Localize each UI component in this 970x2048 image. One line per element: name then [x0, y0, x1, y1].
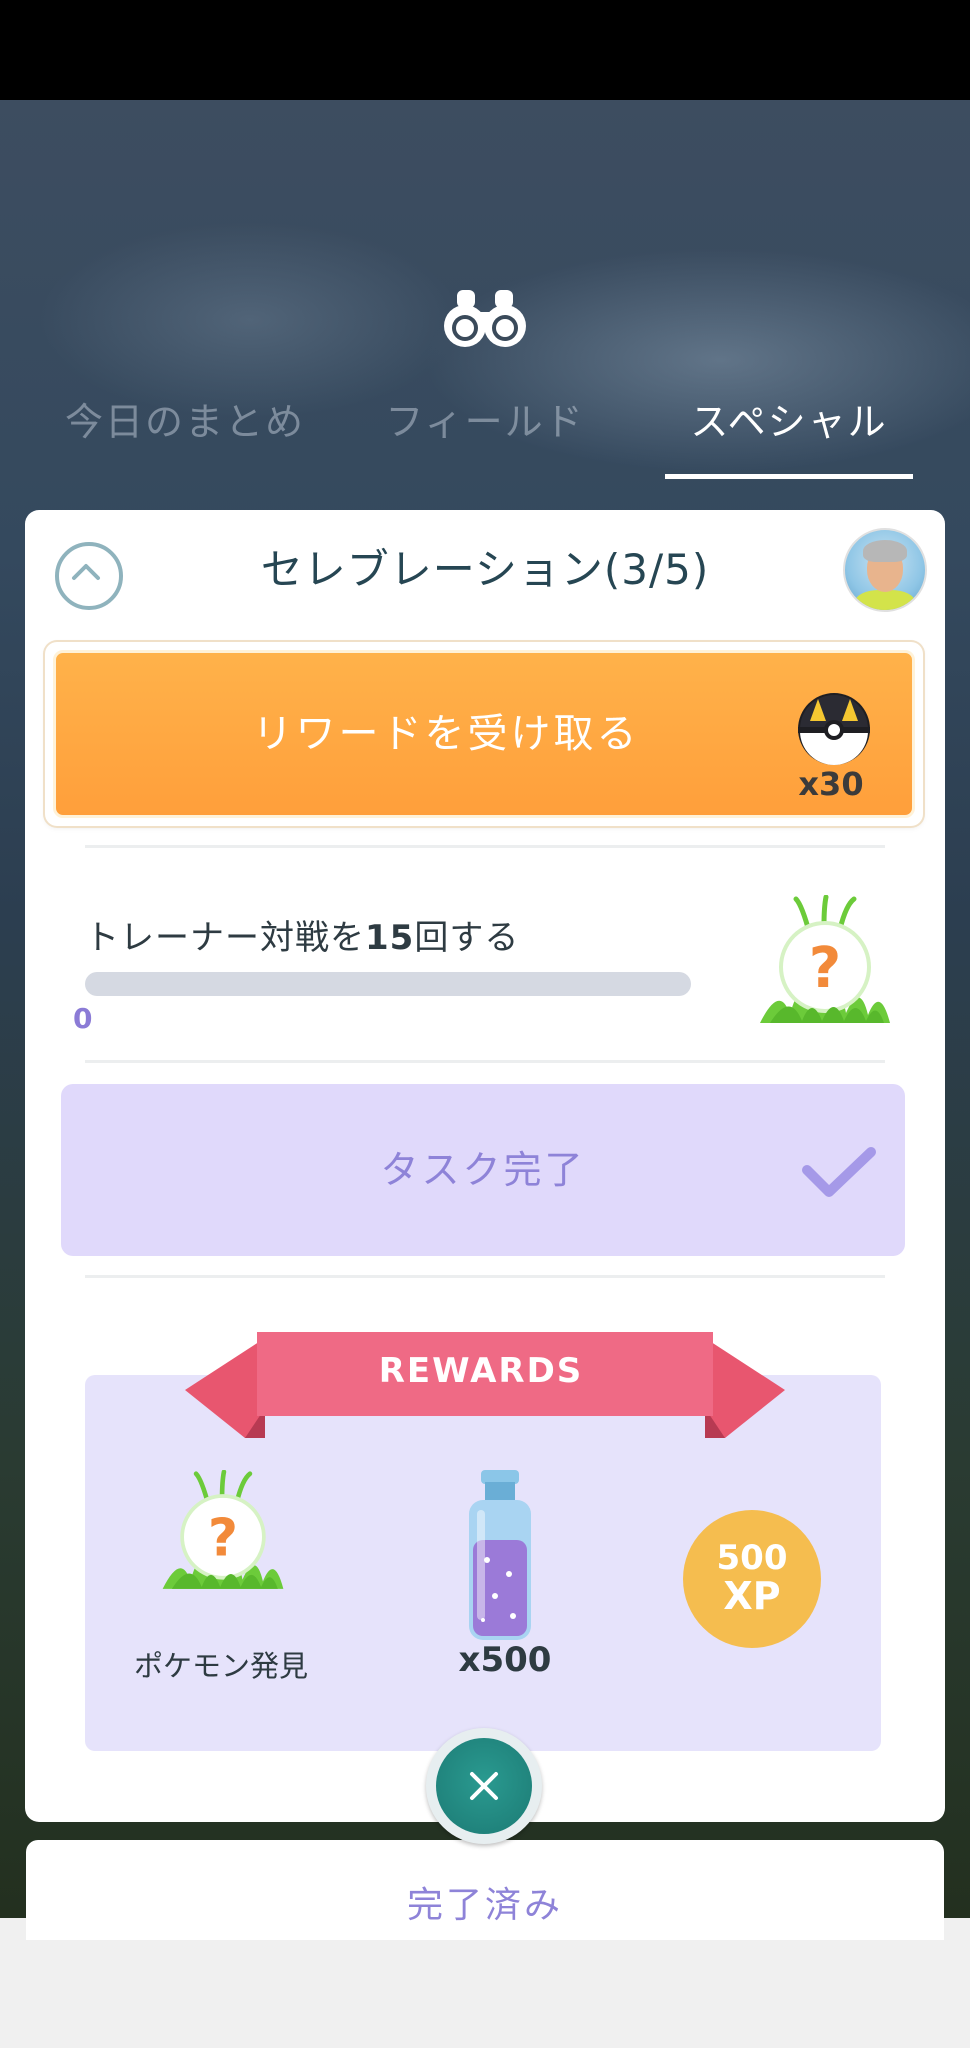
completed-label: 完了済み	[406, 1885, 563, 1926]
task-progress-value: 0	[73, 1002, 93, 1035]
xp-value: 500	[716, 1538, 788, 1578]
rewards-title: REWARDS	[378, 1351, 584, 1391]
reward-label-stardust: x500	[458, 1640, 552, 1680]
separator	[85, 1060, 885, 1063]
task-count: 15	[365, 918, 415, 958]
status-bar	[0, 0, 970, 100]
claim-reward-button[interactable]: リワードを受け取る x30	[53, 650, 915, 818]
mystery-pokemon-icon: ?	[760, 895, 890, 1023]
binoculars-icon	[444, 290, 526, 347]
app-root: 今日のまとめ フィールド スペシャル セレブレーション(3/5) リワードを受け…	[0, 0, 970, 2048]
task-suffix: 回する	[414, 918, 520, 958]
task-description: トレーナー対戦を15回する	[85, 910, 519, 959]
tab-special[interactable]: スペシャル	[665, 392, 913, 452]
ultra-ball-icon	[798, 693, 870, 765]
reward-label-pokemon: ポケモン発見	[133, 1649, 308, 1683]
separator	[85, 1275, 885, 1278]
close-icon	[470, 1772, 498, 1800]
claim-reward-label: リワードを受け取る	[252, 711, 640, 757]
mystery-pokemon-icon: ?	[162, 1470, 284, 1589]
svg-text:?: ?	[208, 1508, 238, 1568]
active-tab-indicator	[665, 474, 913, 479]
task-complete-banner[interactable]: タスク完了	[61, 1084, 905, 1256]
close-button[interactable]	[426, 1728, 542, 1844]
research-tabs: 今日のまとめ フィールド スペシャル	[0, 380, 970, 480]
separator	[85, 845, 885, 848]
special-research-card: セレブレーション(3/5) リワードを受け取る x30 トレーナー対戦を15回す…	[25, 510, 945, 1822]
reward-button-frame: リワードを受け取る x30	[45, 642, 923, 826]
stardust-icon	[469, 1470, 531, 1640]
task-complete-label: タスク完了	[380, 1148, 586, 1192]
xp-badge: 500 XP	[683, 1510, 821, 1648]
checkmark-icon	[802, 1147, 876, 1197]
task-progress-bar	[85, 972, 691, 996]
tab-today[interactable]: 今日のまとめ	[55, 392, 315, 452]
svg-text:?: ?	[809, 936, 841, 1001]
tab-field[interactable]: フィールド	[370, 392, 600, 452]
reward-count: x30	[798, 765, 864, 803]
professor-avatar	[843, 528, 927, 612]
xp-unit: XP	[723, 1574, 781, 1618]
completed-section[interactable]: 完了済み	[26, 1840, 944, 1940]
research-title: セレブレーション(3/5)	[260, 545, 710, 594]
task-prefix: トレーナー対戦を	[85, 918, 365, 958]
